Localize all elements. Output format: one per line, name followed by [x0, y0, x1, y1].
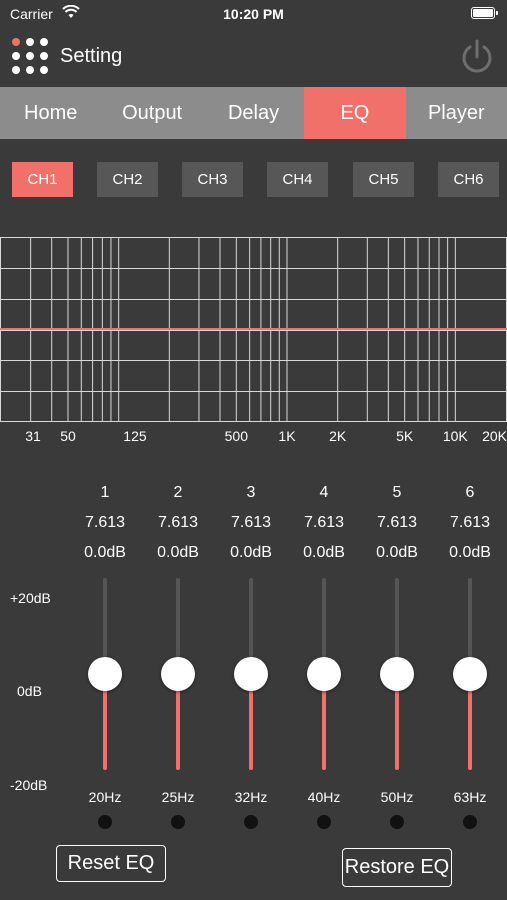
- gain-slider-thumb[interactable]: [161, 657, 195, 691]
- band-toggle-dot[interactable]: [463, 815, 477, 829]
- band-number: 1: [100, 484, 110, 501]
- gain-slider-thumb[interactable]: [380, 657, 414, 691]
- band-q-value[interactable]: 7.613: [289, 514, 359, 532]
- freq-tick-label: 125: [123, 428, 147, 444]
- db-scale-mid: 0dB: [17, 683, 42, 699]
- db-scale-top: +20dB: [10, 590, 51, 606]
- gain-slider-thumb[interactable]: [453, 657, 487, 691]
- tab-delay[interactable]: Delay: [203, 87, 304, 139]
- freq-tick-label: 20K: [482, 428, 507, 444]
- freq-tick-label: 5K: [396, 428, 414, 444]
- tab-bar: Home Output Delay EQ Player: [0, 87, 507, 139]
- band-number: 5: [392, 484, 402, 501]
- status-bar: Carrier 10:20 PM: [0, 0, 507, 28]
- channel-button-ch4[interactable]: CH4: [267, 162, 328, 197]
- band-toggle-dot[interactable]: [317, 815, 331, 829]
- band-frequency[interactable]: 20Hz: [70, 789, 140, 805]
- band-frequency[interactable]: 25Hz: [143, 789, 213, 805]
- grid-menu-icon[interactable]: [12, 38, 48, 74]
- freq-tick-label: 50: [60, 428, 76, 444]
- band-frequency[interactable]: 50Hz: [362, 789, 432, 805]
- gain-slider-thumb[interactable]: [234, 657, 268, 691]
- channel-button-ch6[interactable]: CH6: [438, 162, 499, 197]
- tab-home[interactable]: Home: [0, 87, 101, 139]
- band-frequency[interactable]: 40Hz: [289, 789, 359, 805]
- app-header: Setting: [0, 30, 507, 85]
- freq-tick-label: 2K: [329, 428, 347, 444]
- band-gain-value[interactable]: 0.0dB: [362, 544, 432, 562]
- page-title: Setting: [60, 45, 123, 67]
- band-gain-value[interactable]: 0.0dB: [435, 544, 505, 562]
- battery-icon: [471, 7, 498, 19]
- freq-tick-label: 10K: [442, 428, 468, 444]
- freq-tick-label: 31: [25, 428, 41, 444]
- band-gain-value[interactable]: 0.0dB: [70, 544, 140, 562]
- band-toggle-dot[interactable]: [98, 815, 112, 829]
- gain-slider-thumb[interactable]: [307, 657, 341, 691]
- band-q-value[interactable]: 7.613: [143, 514, 213, 532]
- tab-output[interactable]: Output: [101, 87, 202, 139]
- tab-eq[interactable]: EQ: [304, 87, 406, 139]
- band-gain-value[interactable]: 0.0dB: [143, 544, 213, 562]
- eq-response-graph: [0, 237, 507, 422]
- db-scale-bottom: -20dB: [10, 777, 48, 793]
- channel-button-ch1[interactable]: CH1: [12, 162, 73, 197]
- channel-selector: CH1 CH2 CH3 CH4 CH5 CH6: [0, 162, 507, 198]
- band-gain-value[interactable]: 0.0dB: [216, 544, 286, 562]
- gain-slider-thumb[interactable]: [88, 657, 122, 691]
- band-q-value[interactable]: 7.613: [435, 514, 505, 532]
- band-toggle-dot[interactable]: [171, 815, 185, 829]
- band-q-value[interactable]: 7.613: [362, 514, 432, 532]
- channel-button-ch2[interactable]: CH2: [97, 162, 158, 197]
- band-number: 4: [319, 484, 329, 501]
- band-frequency[interactable]: 63Hz: [435, 789, 505, 805]
- tab-player[interactable]: Player: [406, 87, 507, 139]
- band-gain-value[interactable]: 0.0dB: [289, 544, 359, 562]
- freq-tick-label: 500: [224, 428, 248, 444]
- band-number: 2: [173, 484, 183, 501]
- freq-tick-label: 1K: [278, 428, 296, 444]
- band-toggle-dot[interactable]: [390, 815, 404, 829]
- band-frequency[interactable]: 32Hz: [216, 789, 286, 805]
- channel-button-ch5[interactable]: CH5: [353, 162, 414, 197]
- band-toggle-dot[interactable]: [244, 815, 258, 829]
- band-number: 3: [246, 484, 256, 501]
- band-q-value[interactable]: 7.613: [70, 514, 140, 532]
- channel-button-ch3[interactable]: CH3: [182, 162, 243, 197]
- restore-eq-button[interactable]: Restore EQ: [342, 848, 452, 887]
- band-q-value[interactable]: 7.613: [216, 514, 286, 532]
- power-icon[interactable]: [459, 37, 495, 77]
- reset-eq-button[interactable]: Reset EQ: [56, 845, 166, 882]
- status-time: 10:20 PM: [223, 6, 284, 22]
- band-number: 6: [465, 484, 475, 501]
